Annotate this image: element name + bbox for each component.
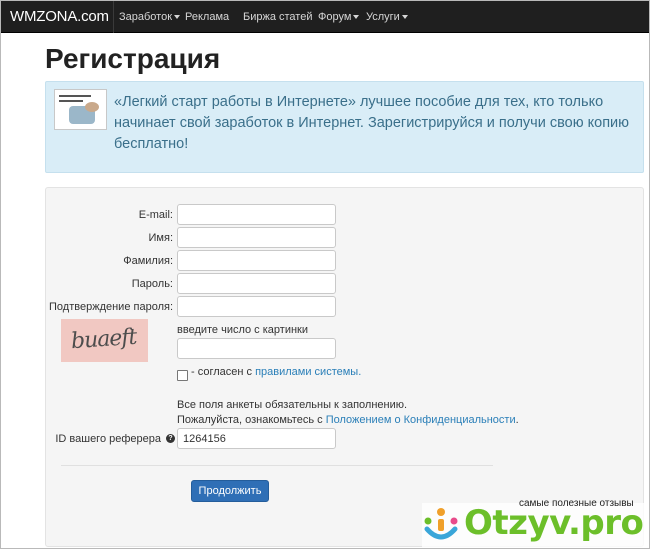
nav-item-label: Заработок [119,11,173,23]
captcha-prompt: введите число с картинки [177,324,309,336]
navbar-divider [113,1,114,33]
form-divider [61,465,493,466]
privacy-notice: Пожалуйста, ознакомьтесь с Положением о … [177,414,519,426]
watermark-logo: Otzyv.pro [464,503,644,543]
page-frame: WMZONA.com Заработок Реклама Биржа стате… [0,0,650,549]
book-cover-figure [85,102,99,112]
email-field[interactable] [177,204,336,225]
referrer-id-field[interactable] [177,428,336,449]
info-banner: «Легкий старт работы в Интернете» лучшее… [45,81,644,173]
password-field[interactable] [177,273,336,294]
last-name-label: Фамилия: [123,255,173,267]
required-notice: Все поля анкеты обязательны к заполнению… [177,399,408,411]
book-cover-line [59,100,83,102]
nav-item-label: Биржа статей [243,11,313,23]
site-logo[interactable]: WMZONA.com [10,8,109,25]
captcha-image: buaeft [61,319,148,362]
nav-item-earnings[interactable]: Заработок [119,11,181,23]
nav-item-services[interactable]: Услуги [366,11,408,23]
chevron-down-icon [174,15,181,20]
nav-item-label: Реклама [185,11,230,23]
first-name-field[interactable] [177,227,336,248]
question-circle-icon[interactable]: ? [166,434,175,443]
privacy-policy-link[interactable]: Положением о Конфиденциальности [326,414,516,426]
captcha-input[interactable] [177,338,336,359]
captcha-text: buaeft [70,324,138,355]
nav-item-label: Форум [318,11,352,23]
confirm-password-label: Подтверждение пароля: [49,301,173,313]
last-name-field[interactable] [177,250,336,271]
password-label: Пароль: [131,278,173,290]
banner-text: «Легкий старт работы в Интернете» лучшее… [114,94,630,152]
top-navbar: WMZONA.com Заработок Реклама Биржа стате… [1,1,649,33]
chevron-down-icon [353,15,360,20]
book-cover-icon[interactable] [54,89,107,130]
email-label: E-mail: [138,209,173,221]
book-cover-line [59,95,91,97]
nav-item-label: Услуги [366,11,400,23]
page-title: Регистрация [45,43,221,74]
first-name-label: Имя: [148,232,173,244]
nav-item-article-exchange[interactable]: Биржа статей [243,11,312,23]
continue-button[interactable]: Продолжить [191,480,269,502]
nav-item-forum[interactable]: Форум [318,11,360,23]
rules-link[interactable]: правилами системы. [255,366,361,378]
privacy-suffix: . [515,414,519,426]
agree-checkbox[interactable] [177,370,188,381]
agree-text: - согласен с правилами системы. [191,366,361,378]
agree-prefix: - согласен с [191,366,256,378]
chevron-down-icon [401,15,408,20]
privacy-prefix: Пожалуйста, ознакомьтесь с [177,414,326,426]
confirm-password-field[interactable] [177,296,336,317]
nav-item-advertising[interactable]: Реклама [185,11,229,23]
referrer-label: ID вашего реферера [55,433,161,445]
watermark-logo-icon [424,508,458,540]
